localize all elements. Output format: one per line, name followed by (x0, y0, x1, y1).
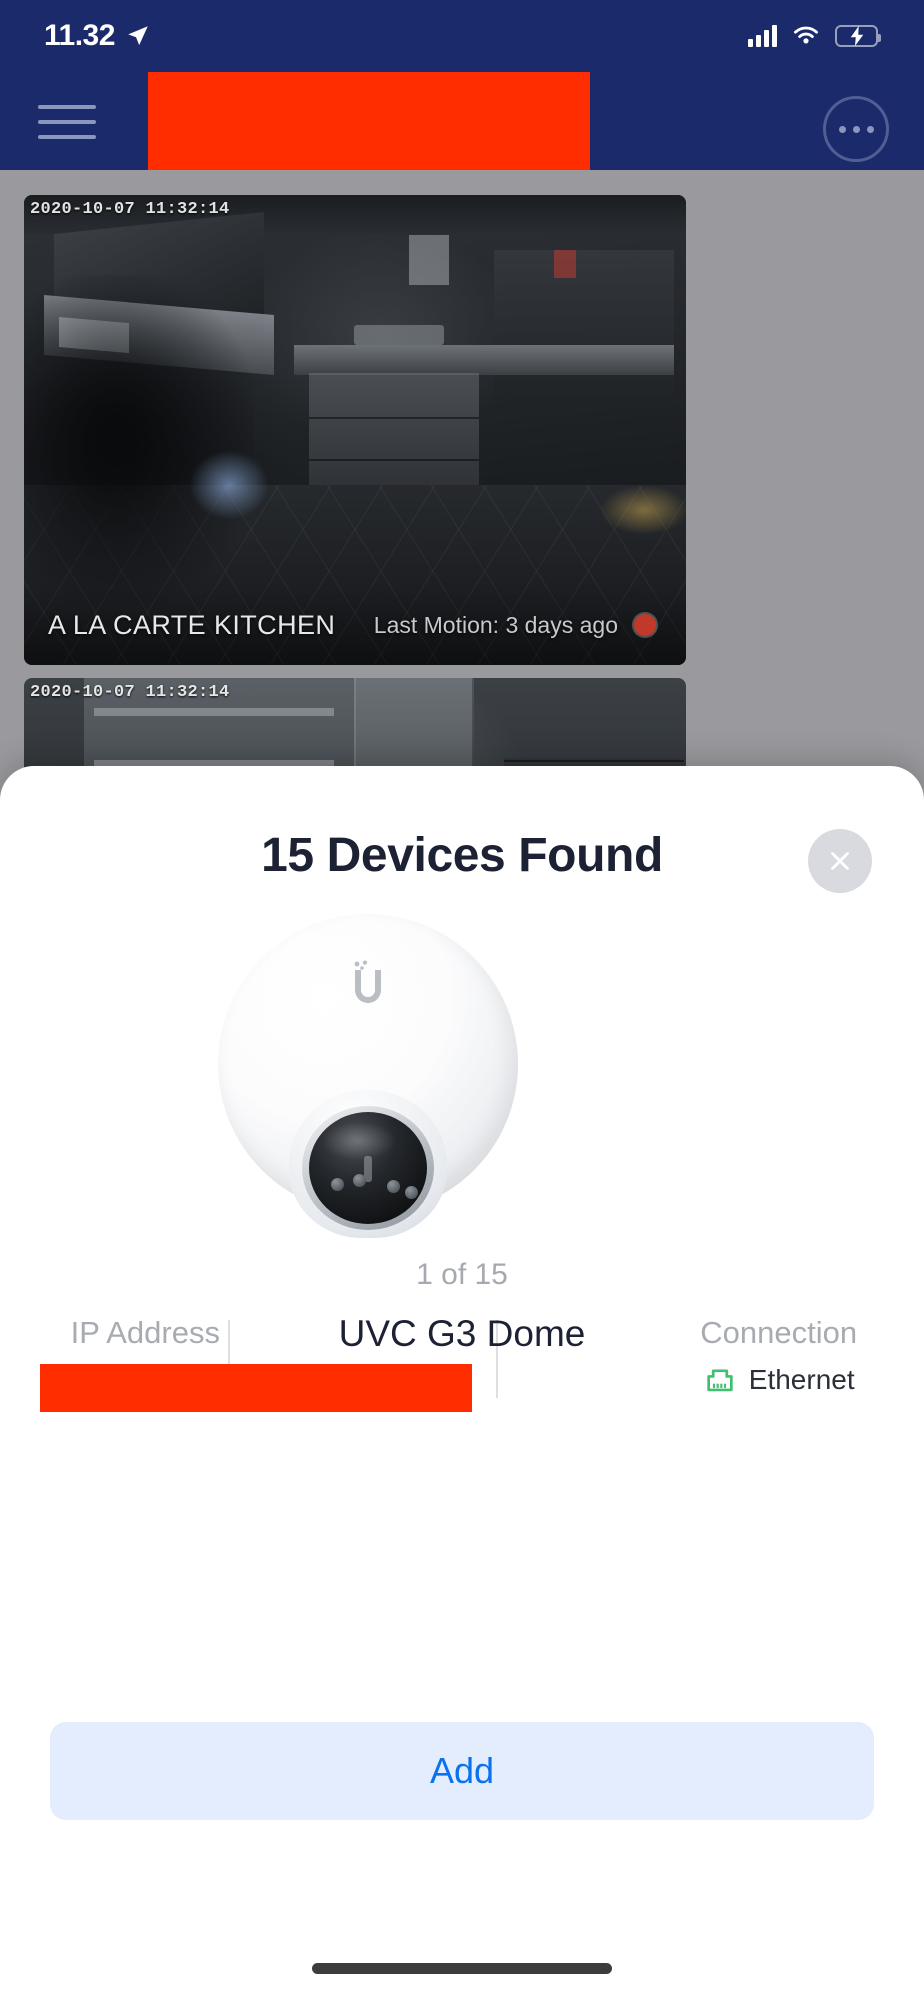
camera-footer-1: A LA CARTE KITCHEN Last Motion: 3 days a… (24, 585, 686, 665)
nav-title-redaction (148, 72, 590, 170)
wifi-icon (794, 26, 818, 44)
home-indicator[interactable] (312, 1963, 612, 1974)
ubiquiti-logo-icon (354, 960, 381, 1003)
uvc-g3-dome-camera-image (218, 914, 518, 1238)
add-button-label: Add (429, 1750, 495, 1791)
status-bar-right (748, 25, 881, 47)
ip-address-label: IP Address (70, 1315, 220, 1350)
ip-address-redaction (40, 1364, 472, 1412)
camera-meta: Last Motion: 3 days ago (374, 612, 656, 639)
device-name: UVC G3 Dome (338, 1313, 586, 1354)
camera-last-motion: Last Motion: 3 days ago (373, 611, 618, 638)
battery-charging-icon (835, 25, 881, 47)
connection-label: Connection (700, 1315, 858, 1350)
devices-found-sheet: 15 Devices Found 1 of 15 IP Address UVC … (0, 766, 924, 2000)
connection-column: Connection Ethernet (633, 1314, 924, 1397)
status-bar-left: 11.32 (44, 19, 151, 53)
close-x-glyph (831, 852, 849, 870)
add-button[interactable]: Add (50, 1722, 874, 1820)
camera-name: A LA CARTE KITCHEN (48, 609, 336, 640)
record-dot-icon (634, 614, 656, 636)
cellular-bars-icon (748, 25, 777, 47)
device-name-column: UVC G3 Dome (291, 1313, 634, 1355)
sheet-title: 15 Devices Found (261, 829, 663, 882)
camera-timestamp: 2020-10-07 11:32:14 (30, 200, 230, 219)
charging-bolt-icon (850, 26, 863, 46)
camera-card-1[interactable]: 2020-10-07 11:32:14 A LA CARTE KITCHEN L… (24, 195, 686, 665)
camera-timestamp: 2020-10-07 11:32:14 (30, 683, 230, 702)
navigation-bar (0, 72, 924, 170)
connection-value-wrap: Ethernet (633, 1363, 924, 1397)
hamburger-menu-icon[interactable] (38, 100, 96, 144)
connection-value: Ethernet (748, 1364, 855, 1396)
close-icon[interactable] (808, 829, 872, 893)
status-time: 11.32 (44, 19, 115, 52)
location-arrow-icon (128, 26, 148, 46)
app-root: 11.32 2020-10-07 11:32:14 A LA CARTE KIT… (0, 0, 924, 2000)
ip-address-column: IP Address (0, 1314, 291, 1361)
ethernet-port-icon (707, 1369, 733, 1392)
device-counter: 1 of 15 (416, 1258, 508, 1291)
more-options-icon[interactable] (823, 96, 889, 162)
status-bar: 11.32 (0, 0, 924, 72)
